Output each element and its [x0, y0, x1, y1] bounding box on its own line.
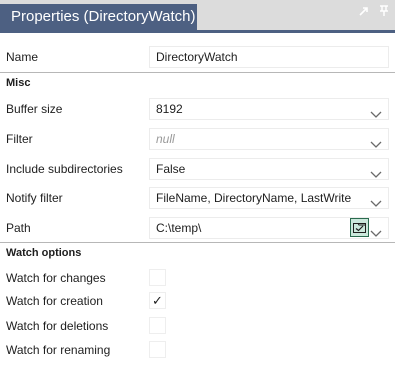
include-subdirectories-value: False — [156, 162, 186, 176]
path-value: C:\temp\ — [156, 221, 202, 235]
panel-title-tab[interactable]: Properties (DirectoryWatch) — [0, 4, 197, 30]
property-row-watch-for-renaming: Watch for renaming — [0, 338, 395, 362]
watch-for-renaming-label: Watch for renaming — [6, 343, 111, 357]
notify-filter-value: FileName, DirectoryName, LastWrite — [156, 191, 352, 205]
dock-pin-icon[interactable] — [379, 5, 389, 20]
property-row-watch-for-changes: Watch for changes — [0, 266, 395, 290]
watch-for-creation-label: Watch for creation — [6, 294, 103, 308]
buffer-size-field[interactable]: 8192 — [149, 98, 389, 120]
property-row-buffer-size: Buffer size 8192 — [0, 97, 395, 121]
chevron-down-icon[interactable] — [370, 165, 382, 178]
section-title-watch-options: Watch options — [6, 247, 82, 259]
watch-for-deletions-checkbox[interactable] — [149, 317, 166, 334]
property-row-filter: Filter null — [0, 127, 395, 151]
include-subdirectories-field[interactable]: False — [149, 158, 389, 180]
section-header-watch-options: Watch options — [0, 243, 395, 265]
notify-filter-label: Notify filter — [6, 191, 63, 205]
buffer-size-label: Buffer size — [6, 102, 63, 116]
property-row-include-subdirectories: Include subdirectories False — [0, 157, 395, 181]
watch-for-changes-label: Watch for changes — [6, 271, 106, 285]
property-row-name: Name DirectoryWatch — [0, 45, 395, 69]
watch-for-deletions-label: Watch for deletions — [6, 319, 109, 333]
section-title-misc: Misc — [6, 77, 31, 89]
section-header-misc: Misc — [0, 73, 395, 95]
property-grid: Name DirectoryWatch Misc Buffer size 819… — [0, 33, 395, 372]
path-label: Path — [6, 221, 31, 235]
chevron-down-icon[interactable] — [370, 135, 382, 148]
panel-title: Properties (DirectoryWatch) — [11, 8, 196, 25]
folder-browse-icon — [353, 223, 366, 233]
property-row-watch-for-creation: Watch for creation ✓ — [0, 289, 395, 313]
name-field[interactable]: DirectoryWatch — [149, 46, 389, 68]
property-row-watch-for-deletions: Watch for deletions — [0, 314, 395, 338]
chevron-down-icon[interactable] — [370, 194, 382, 207]
pin-icon[interactable] — [359, 5, 369, 20]
filter-field[interactable]: null — [149, 128, 389, 150]
panel-title-bar: Properties (DirectoryWatch) — [0, 0, 395, 30]
checkmark-icon: ✓ — [152, 293, 163, 308]
watch-for-changes-checkbox[interactable] — [149, 269, 166, 286]
chevron-down-icon[interactable] — [370, 224, 382, 237]
name-label: Name — [6, 50, 39, 64]
watch-for-renaming-checkbox[interactable] — [149, 341, 166, 358]
buffer-size-value: 8192 — [156, 102, 183, 116]
title-icons — [359, 5, 389, 20]
browse-folder-button[interactable] — [350, 218, 369, 237]
filter-label: Filter — [6, 132, 33, 146]
include-subdirectories-label: Include subdirectories — [6, 162, 123, 176]
filter-value: null — [156, 132, 175, 146]
chevron-down-icon[interactable] — [370, 105, 382, 118]
name-value: DirectoryWatch — [156, 50, 238, 64]
notify-filter-field[interactable]: FileName, DirectoryName, LastWrite — [149, 187, 389, 209]
property-row-notify-filter: Notify filter FileName, DirectoryName, L… — [0, 186, 395, 210]
property-row-path: Path C:\temp\ — [0, 216, 395, 240]
watch-for-creation-checkbox[interactable]: ✓ — [149, 292, 166, 309]
